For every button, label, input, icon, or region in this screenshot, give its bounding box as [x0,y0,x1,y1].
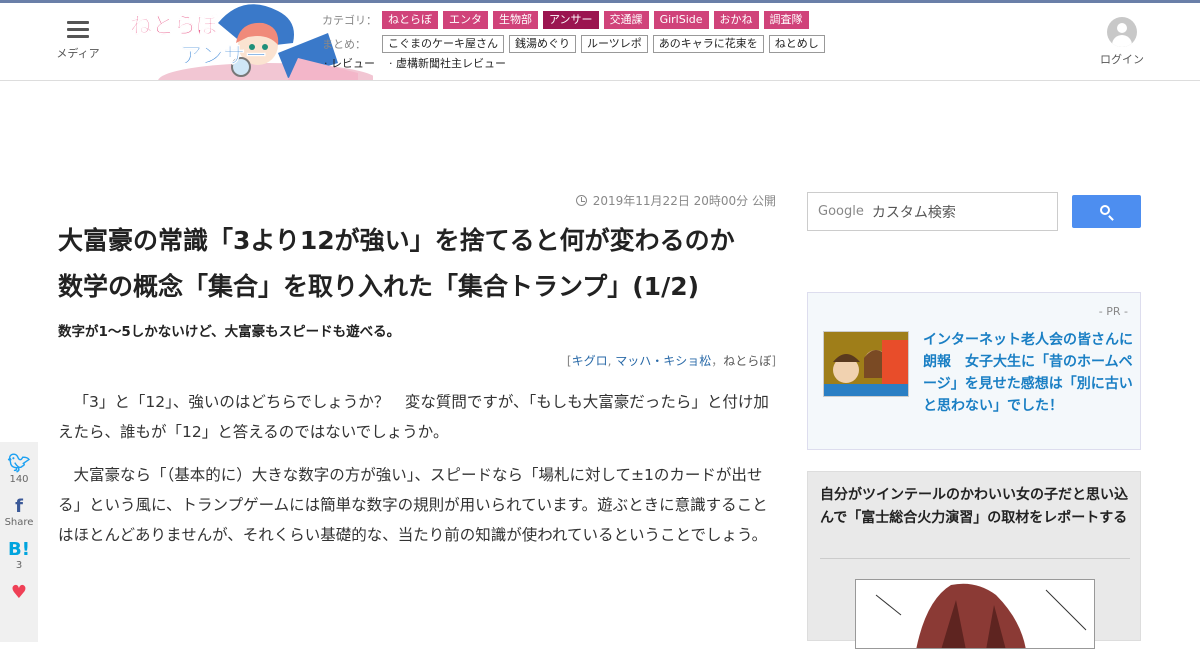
hamburger-icon [67,21,89,39]
search-placeholder: カスタム検索 [871,204,956,221]
manga-illustration-icon [856,580,1094,648]
category-row-label: カテゴリ： [322,14,377,27]
media-menu-button[interactable]: メディア [56,21,100,61]
pr-thumbnail-image-icon [824,332,908,396]
category-koutsuuka[interactable]: 交通課 [603,11,649,29]
search-input[interactable]: Google カスタム検索 [807,192,1058,231]
summary-roots-repo[interactable]: ルーツレポ [581,35,648,53]
byline-close-bracket: ] [771,354,776,368]
facebook-icon: f [15,496,23,517]
pr-box: - PR - インターネット老人会の皆さんに朗報 女子大生に「昔のホームページ」… [807,292,1141,450]
facebook-share-label: Share [4,517,34,528]
svg-text:ねとらぼ: ねとらぼ [130,14,219,39]
category-row: カテゴリ： ねとらぼ エンタ 生物部 アンサー 交通課 GirlSide おかね… [322,9,882,31]
summary-koguma-cake[interactable]: こぐまのケーキ屋さん [382,35,504,53]
login-label: ログイン [1100,53,1144,66]
category-nav: カテゴリ： ねとらぼ エンタ 生物部 アンサー 交通課 GirlSide おかね… [322,9,882,71]
publisher-name: ねとらぼ [723,354,772,368]
twitter-share-button[interactable]: 🐦︎ 140 [0,453,38,486]
summary-row-label: まとめ： [322,38,366,51]
recommended-article-image[interactable] [855,579,1095,649]
hatena-bookmark-count: 3 [15,560,23,571]
media-menu-label: メディア [56,47,100,60]
byline: [キグロ, マッハ・キショ松，ねとらぼ] [566,354,776,368]
pr-thumbnail[interactable] [823,331,909,397]
publish-date: 2019年11月22日 20時00分 公開 [58,192,776,209]
author-link-kiguro[interactable]: キグロ [572,354,608,368]
twitter-share-count: 140 [9,474,29,485]
twitter-icon: 🐦︎ [7,453,31,474]
clock-icon [575,195,587,206]
site-header: メディア ねとらぼ アンサー カテゴリ： ねとらぼ エンタ 生物部 アンサー 交… [0,3,1200,81]
article-paragraph: 大富豪なら「（基本的に）大きな数字の方が強い」、スピードなら「場札に対して±1の… [58,466,768,544]
category-girlside[interactable]: GirlSide [653,11,709,29]
pocket-button[interactable]: ♥ [0,583,38,603]
facebook-share-button[interactable]: f Share [0,496,38,529]
category-netorabo[interactable]: ねとらぼ [382,11,438,29]
divider [820,558,1130,559]
extra-link-review[interactable]: · レビュー [324,55,375,71]
pr-label: - PR - [1098,305,1128,318]
recommended-article-box: 自分がツインテールのかわいい女の子だと思い込んで「富士総合火力演習」の取材をレポ… [807,471,1141,649]
hatena-icon: B! [8,539,30,560]
extra-link-kyoko-review[interactable]: · 虚構新聞社主レビュー [389,55,506,71]
summary-hanataba[interactable]: あのキャラに花束を [652,35,764,53]
search-icon [1100,205,1110,215]
article-title: 大富豪の常識「3より12が強い」を捨てると何が変わるのか 数学の概念「集合」を取… [58,226,760,301]
svg-text:アンサー: アンサー [180,44,267,69]
article: 2019年11月22日 20時00分 公開 大富豪の常識「3より12が強い」を捨… [58,192,776,550]
publish-date-text: 2019年11月22日 20時00分 公開 [592,194,776,208]
summary-sento[interactable]: 銭湯めぐり [509,35,576,53]
category-enta[interactable]: エンタ [443,11,488,29]
category-seibutsubu[interactable]: 生物部 [493,11,538,29]
summary-netomeshi[interactable]: ねとめし [768,35,825,53]
login-button[interactable]: ログイン [1098,17,1146,67]
category-answer-active[interactable]: アンサー [543,11,599,29]
extra-links-row: · レビュー · 虚構新聞社主レビュー [322,55,882,71]
category-okane[interactable]: おかね [713,11,759,29]
pocket-icon: ♥ [10,582,28,603]
google-brand-label: Google [818,204,864,219]
category-chousatai[interactable]: 調査隊 [763,11,809,29]
pr-article-link[interactable]: インターネット老人会の皆さんに朗報 女子大生に「昔のホームページ」を見せた感想は… [923,329,1133,417]
share-bar: 🐦︎ 140 f Share B! 3 ♥ [0,442,38,642]
user-avatar-icon [1107,17,1137,47]
search-button[interactable] [1072,195,1141,228]
recommended-article-title[interactable]: 自分がツインテールのかわいい女の子だと思い込んで「富士総合火力演習」の取材をレポ… [820,484,1130,530]
hatena-bookmark-button[interactable]: B! 3 [0,539,38,572]
article-subtitle: 数字が1～5しかないけど、大富豪もスピードも遊べる。 [58,324,401,340]
summary-row: まとめ： こぐまのケーキ屋さん 銭湯めぐり ルーツレポ あのキャラに花束を ねと… [322,33,882,55]
author-link-mach-kishomatsu[interactable]: マッハ・キショ松 [615,354,711,368]
article-paragraph: 「3」と「12」、強いのはどちらでしょうか？ 変な質問ですが、「もしも大富豪だっ… [58,393,769,441]
